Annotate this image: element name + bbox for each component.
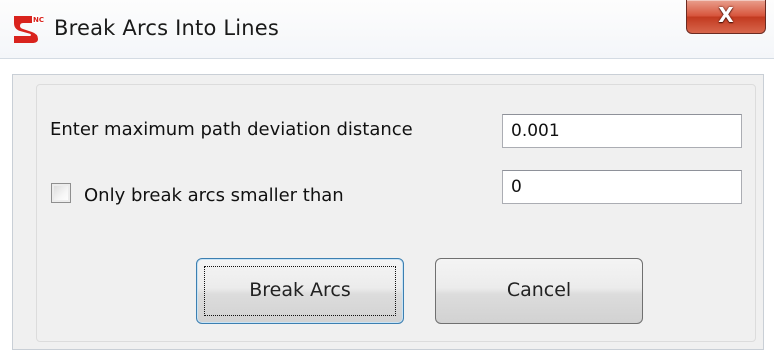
only-smaller-checkbox[interactable] <box>51 183 71 203</box>
svg-text:NC: NC <box>33 16 44 24</box>
cancel-button[interactable]: Cancel <box>435 258 643 324</box>
deviation-label: Enter maximum path deviation distance <box>50 119 413 140</box>
cancel-label: Cancel <box>506 279 572 301</box>
app-logo-icon: NC <box>12 14 44 44</box>
close-icon: X <box>718 3 734 27</box>
break-arcs-label: Break Arcs <box>249 279 351 301</box>
title-bar[interactable]: NC Break Arcs Into Lines X <box>0 0 774 58</box>
deviation-distance-input[interactable] <box>502 114 742 148</box>
window-title: Break Arcs Into Lines <box>54 16 280 40</box>
close-button[interactable]: X <box>686 0 766 34</box>
dialog-window: NC Break Arcs Into Lines X Enter maximum… <box>0 0 774 362</box>
only-smaller-label[interactable]: Only break arcs smaller than <box>84 184 344 208</box>
break-arcs-button[interactable]: Break Arcs <box>196 258 404 324</box>
max-arc-size-input[interactable] <box>502 170 742 204</box>
